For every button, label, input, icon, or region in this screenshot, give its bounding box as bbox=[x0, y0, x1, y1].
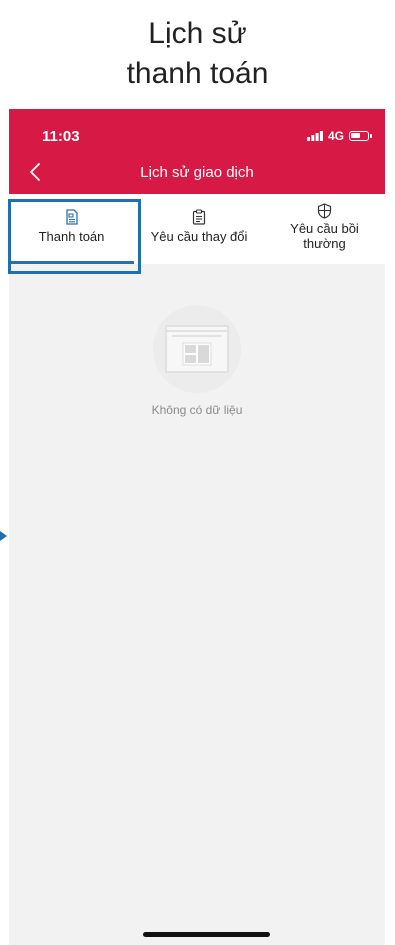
status-indicators: 4G bbox=[306, 129, 372, 143]
shield-icon bbox=[317, 203, 332, 219]
tab-change-requests-label: Yêu cầu thay đổi bbox=[150, 229, 248, 244]
tab-claims-label-line-1: Yêu cầu bồi bbox=[290, 221, 359, 236]
page-caption: Lịch sử thanh toán bbox=[0, 14, 395, 94]
pointer-arrow-icon bbox=[0, 531, 7, 541]
empty-state-illustration bbox=[153, 305, 241, 393]
tab-claims[interactable]: Yêu cầu bồi thường bbox=[264, 194, 385, 264]
empty-state: Không có dữ liệu bbox=[9, 305, 385, 417]
caption-line-2: thanh toán bbox=[126, 57, 269, 90]
highlight-frame bbox=[8, 199, 141, 274]
signal-icon bbox=[306, 131, 323, 141]
caption-line-1: Lịch sử bbox=[148, 17, 247, 50]
home-indicator bbox=[143, 932, 270, 937]
page-title: Lịch sử giao dịch bbox=[140, 164, 254, 181]
battery-icon bbox=[349, 131, 372, 141]
tab-claims-label-line-2: thường bbox=[303, 236, 346, 251]
empty-state-message: Không có dữ liệu bbox=[151, 403, 243, 417]
network-type: 4G bbox=[327, 129, 344, 143]
status-time: 11:03 bbox=[42, 128, 80, 145]
tab-change-requests[interactable]: Yêu cầu thay đổi bbox=[134, 194, 264, 264]
empty-document-icon bbox=[165, 325, 229, 373]
clipboard-icon bbox=[192, 209, 206, 225]
app-header: 11:03 4G Lịch sử giao dịch bbox=[9, 109, 385, 194]
